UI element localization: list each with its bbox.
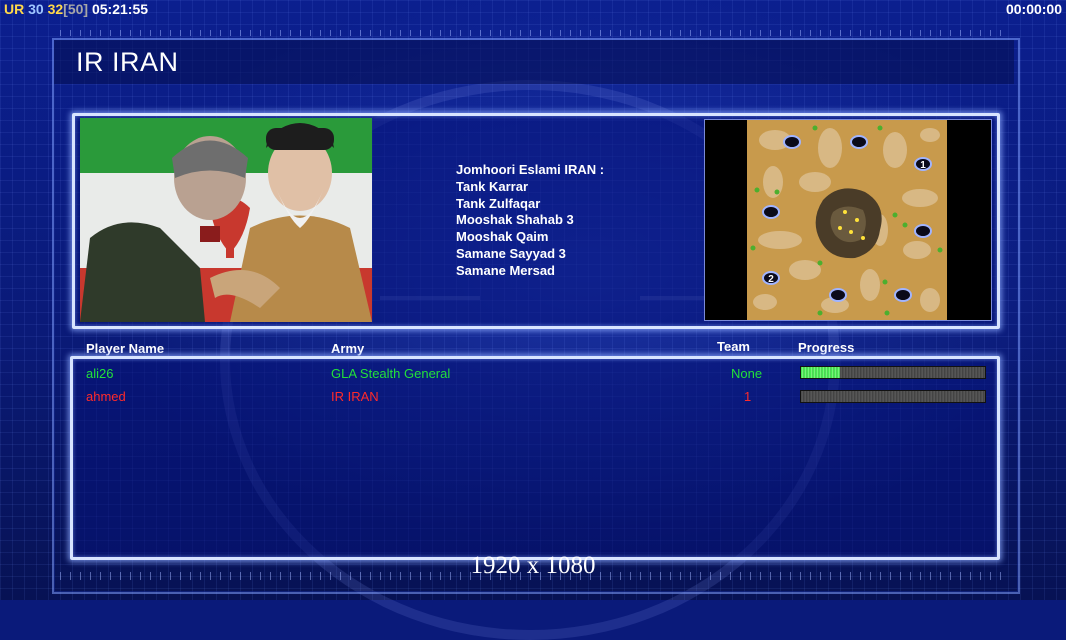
column-header-player: Player Name: [86, 341, 165, 356]
player-progress-bar: [800, 390, 986, 403]
resolution-label: 1920 x 1080: [470, 552, 596, 579]
page-title: IR IRAN: [76, 47, 179, 77]
player-list-panel: [70, 356, 1000, 560]
player-name: ahmed: [86, 389, 126, 404]
unit-item: Mooshak Qaim: [456, 229, 549, 245]
top-ruler: [60, 30, 1010, 36]
unit-item: Mooshak Shahab 3: [456, 212, 574, 228]
unit-list-heading: Jomhoori Eslami IRAN :: [456, 162, 605, 177]
map-start-label-1: 1: [920, 160, 926, 171]
column-header-progress: Progress: [798, 340, 855, 355]
hud-value-b: 32: [47, 1, 64, 17]
player-team: None: [731, 366, 763, 381]
unit-item: Samane Mersad: [456, 262, 555, 278]
unit-item: Tank Karrar: [456, 178, 529, 194]
map-preview: 1 2: [704, 119, 992, 321]
player-army: IR IRAN: [331, 389, 379, 404]
player-army: GLA Stealth General: [331, 366, 451, 381]
unit-item: Tank Zulfaqar: [456, 195, 541, 211]
player-team: 1: [744, 389, 752, 404]
map-start-label-2: 2: [768, 274, 774, 285]
hud-value-c: [50]: [63, 1, 89, 17]
progress-fill: [801, 367, 840, 378]
player-name: ali26: [86, 366, 114, 381]
player-progress-bar: [800, 366, 986, 379]
hud-timer: 00:00:00: [1005, 1, 1062, 17]
faction-portrait-image: [80, 118, 372, 322]
column-header-army: Army: [331, 341, 365, 356]
hud-ur-label: UR: [4, 1, 25, 17]
unit-item: Samane Sayyad 3: [456, 245, 566, 261]
unit-list: Jomhoori Eslami IRAN : Tank Karrar Tank …: [456, 162, 604, 280]
column-header-team: Team: [717, 339, 750, 354]
hud-value-a: 30: [28, 1, 44, 17]
header-bar: [54, 40, 1014, 84]
hud-clock: 05:21:55: [91, 1, 149, 17]
hud-stats: UR 30 32[50] 05:21:55: [4, 1, 148, 17]
